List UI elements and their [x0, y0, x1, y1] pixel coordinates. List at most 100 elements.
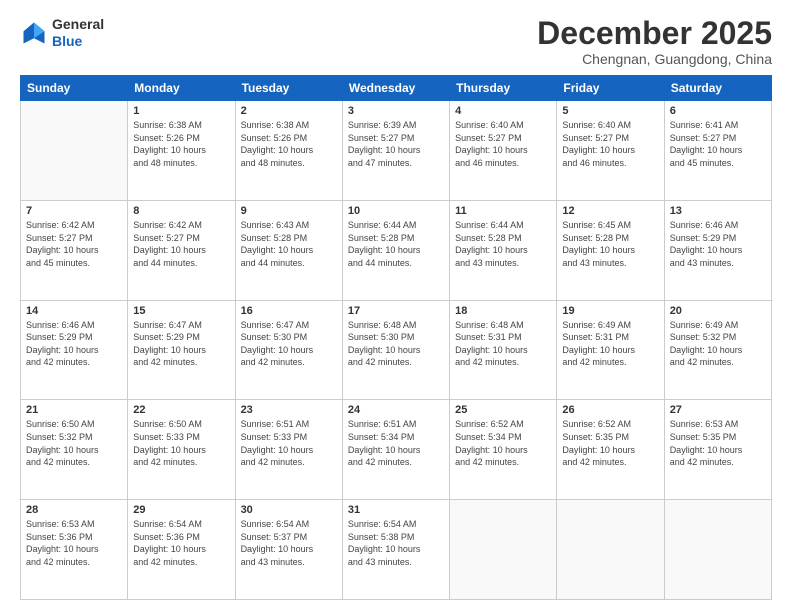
- calendar-table: SundayMondayTuesdayWednesdayThursdayFrid…: [20, 75, 772, 600]
- day-number: 16: [241, 305, 337, 317]
- calendar-cell: [450, 500, 557, 600]
- day-number: 2: [241, 105, 337, 117]
- week-row-2: 7 Sunrise: 6:42 AM Sunset: 5:27 PM Daylig…: [21, 200, 772, 300]
- day-number: 13: [670, 205, 766, 217]
- week-row-5: 28Sunrise: 6:53 AM Sunset: 5:36 PM Dayli…: [21, 500, 772, 600]
- weekday-header-row: SundayMondayTuesdayWednesdayThursdayFrid…: [21, 76, 772, 101]
- day-info: Sunrise: 6:52 AM Sunset: 5:34 PM Dayligh…: [455, 418, 551, 468]
- calendar-cell: [557, 500, 664, 600]
- weekday-header-saturday: Saturday: [664, 76, 771, 101]
- calendar-cell: 23Sunrise: 6:51 AM Sunset: 5:33 PM Dayli…: [235, 400, 342, 500]
- week-row-3: 14Sunrise: 6:46 AM Sunset: 5:29 PM Dayli…: [21, 300, 772, 400]
- day-number: 30: [241, 504, 337, 516]
- calendar-cell: 25 Sunrise: 6:52 AM Sunset: 5:34 PM Dayli…: [450, 400, 557, 500]
- day-number: 20: [670, 305, 766, 317]
- calendar-cell: [21, 101, 128, 201]
- day-number: 26: [562, 404, 658, 416]
- logo-icon: [20, 19, 48, 47]
- day-info: Sunrise: 6:46 AM Sunset: 5:29 PM Dayligh…: [670, 219, 766, 269]
- calendar-cell: 16 Sunrise: 6:47 AM Sunset: 5:30 PM Dayli…: [235, 300, 342, 400]
- header: General Blue December 2025 Chengnan, Gua…: [20, 16, 772, 67]
- day-number: 21: [26, 404, 122, 416]
- day-info: Sunrise: 6:49 AM Sunset: 5:31 PM Dayligh…: [562, 319, 658, 369]
- weekday-header-sunday: Sunday: [21, 76, 128, 101]
- calendar-cell: 6 Sunrise: 6:41 AM Sunset: 5:27 PM Daylig…: [664, 101, 771, 201]
- day-info: Sunrise: 6:54 AM Sunset: 5:38 PM Dayligh…: [348, 518, 444, 568]
- weekday-header-monday: Monday: [128, 76, 235, 101]
- day-number: 24: [348, 404, 444, 416]
- day-info: Sunrise: 6:49 AM Sunset: 5:32 PM Dayligh…: [670, 319, 766, 369]
- calendar-cell: 24 Sunrise: 6:51 AM Sunset: 5:34 PM Dayli…: [342, 400, 449, 500]
- day-number: 9: [241, 205, 337, 217]
- day-info: Sunrise: 6:40 AM Sunset: 5:27 PM Dayligh…: [562, 119, 658, 169]
- day-info: Sunrise: 6:48 AM Sunset: 5:31 PM Dayligh…: [455, 319, 551, 369]
- calendar-cell: 13 Sunrise: 6:46 AM Sunset: 5:29 PM Dayli…: [664, 200, 771, 300]
- calendar-cell: [664, 500, 771, 600]
- calendar-cell: 30 Sunrise: 6:54 AM Sunset: 5:37 PM Dayli…: [235, 500, 342, 600]
- calendar-cell: 21 Sunrise: 6:50 AM Sunset: 5:32 PM Dayli…: [21, 400, 128, 500]
- week-row-4: 21 Sunrise: 6:50 AM Sunset: 5:32 PM Dayli…: [21, 400, 772, 500]
- month-title: December 2025: [537, 16, 772, 51]
- day-info: Sunrise: 6:42 AM Sunset: 5:27 PM Dayligh…: [133, 219, 229, 269]
- day-info: Sunrise: 6:42 AM Sunset: 5:27 PM Dayligh…: [26, 219, 122, 269]
- day-info: Sunrise: 6:51 AM Sunset: 5:34 PM Dayligh…: [348, 418, 444, 468]
- day-info: Sunrise: 6:41 AM Sunset: 5:27 PM Dayligh…: [670, 119, 766, 169]
- calendar-cell: 29Sunrise: 6:54 AM Sunset: 5:36 PM Dayli…: [128, 500, 235, 600]
- day-info: Sunrise: 6:43 AM Sunset: 5:28 PM Dayligh…: [241, 219, 337, 269]
- day-info: Sunrise: 6:47 AM Sunset: 5:30 PM Dayligh…: [241, 319, 337, 369]
- day-info: Sunrise: 6:46 AM Sunset: 5:29 PM Dayligh…: [26, 319, 122, 369]
- weekday-header-friday: Friday: [557, 76, 664, 101]
- day-number: 12: [562, 205, 658, 217]
- day-number: 19: [562, 305, 658, 317]
- calendar-cell: 7 Sunrise: 6:42 AM Sunset: 5:27 PM Daylig…: [21, 200, 128, 300]
- day-info: Sunrise: 6:44 AM Sunset: 5:28 PM Dayligh…: [455, 219, 551, 269]
- calendar-cell: 17 Sunrise: 6:48 AM Sunset: 5:30 PM Dayli…: [342, 300, 449, 400]
- day-number: 17: [348, 305, 444, 317]
- calendar-cell: 12Sunrise: 6:45 AM Sunset: 5:28 PM Dayli…: [557, 200, 664, 300]
- day-info: Sunrise: 6:48 AM Sunset: 5:30 PM Dayligh…: [348, 319, 444, 369]
- day-number: 3: [348, 105, 444, 117]
- day-number: 4: [455, 105, 551, 117]
- day-info: Sunrise: 6:47 AM Sunset: 5:29 PM Dayligh…: [133, 319, 229, 369]
- day-number: 6: [670, 105, 766, 117]
- day-info: Sunrise: 6:51 AM Sunset: 5:33 PM Dayligh…: [241, 418, 337, 468]
- calendar-cell: 4Sunrise: 6:40 AM Sunset: 5:27 PM Daylig…: [450, 101, 557, 201]
- day-number: 7: [26, 205, 122, 217]
- calendar-cell: 3 Sunrise: 6:39 AM Sunset: 5:27 PM Daylig…: [342, 101, 449, 201]
- calendar-cell: 1Sunrise: 6:38 AM Sunset: 5:26 PM Daylig…: [128, 101, 235, 201]
- day-number: 28: [26, 504, 122, 516]
- day-number: 10: [348, 205, 444, 217]
- calendar-cell: 20 Sunrise: 6:49 AM Sunset: 5:32 PM Dayli…: [664, 300, 771, 400]
- day-number: 5: [562, 105, 658, 117]
- day-info: Sunrise: 6:54 AM Sunset: 5:37 PM Dayligh…: [241, 518, 337, 568]
- day-number: 15: [133, 305, 229, 317]
- calendar-cell: 5 Sunrise: 6:40 AM Sunset: 5:27 PM Daylig…: [557, 101, 664, 201]
- day-info: Sunrise: 6:44 AM Sunset: 5:28 PM Dayligh…: [348, 219, 444, 269]
- logo: General Blue: [20, 16, 104, 50]
- weekday-header-tuesday: Tuesday: [235, 76, 342, 101]
- logo-text: General Blue: [52, 16, 104, 50]
- day-number: 18: [455, 305, 551, 317]
- calendar-cell: 14Sunrise: 6:46 AM Sunset: 5:29 PM Dayli…: [21, 300, 128, 400]
- day-number: 1: [133, 105, 229, 117]
- calendar-cell: 19 Sunrise: 6:49 AM Sunset: 5:31 PM Dayli…: [557, 300, 664, 400]
- day-info: Sunrise: 6:50 AM Sunset: 5:32 PM Dayligh…: [26, 418, 122, 468]
- day-info: Sunrise: 6:50 AM Sunset: 5:33 PM Dayligh…: [133, 418, 229, 468]
- day-info: Sunrise: 6:39 AM Sunset: 5:27 PM Dayligh…: [348, 119, 444, 169]
- day-info: Sunrise: 6:52 AM Sunset: 5:35 PM Dayligh…: [562, 418, 658, 468]
- page: General Blue December 2025 Chengnan, Gua…: [0, 0, 792, 612]
- calendar-cell: 9 Sunrise: 6:43 AM Sunset: 5:28 PM Daylig…: [235, 200, 342, 300]
- day-number: 27: [670, 404, 766, 416]
- weekday-header-wednesday: Wednesday: [342, 76, 449, 101]
- logo-blue: Blue: [52, 33, 82, 49]
- calendar-cell: 10 Sunrise: 6:44 AM Sunset: 5:28 PM Dayli…: [342, 200, 449, 300]
- calendar-cell: 27 Sunrise: 6:53 AM Sunset: 5:35 PM Dayli…: [664, 400, 771, 500]
- location-subtitle: Chengnan, Guangdong, China: [537, 51, 772, 67]
- day-number: 11: [455, 205, 551, 217]
- day-info: Sunrise: 6:53 AM Sunset: 5:35 PM Dayligh…: [670, 418, 766, 468]
- title-block: December 2025 Chengnan, Guangdong, China: [537, 16, 772, 67]
- calendar-cell: 15 Sunrise: 6:47 AM Sunset: 5:29 PM Dayli…: [128, 300, 235, 400]
- calendar-cell: 18 Sunrise: 6:48 AM Sunset: 5:31 PM Dayli…: [450, 300, 557, 400]
- calendar-cell: 11 Sunrise: 6:44 AM Sunset: 5:28 PM Dayli…: [450, 200, 557, 300]
- day-number: 25: [455, 404, 551, 416]
